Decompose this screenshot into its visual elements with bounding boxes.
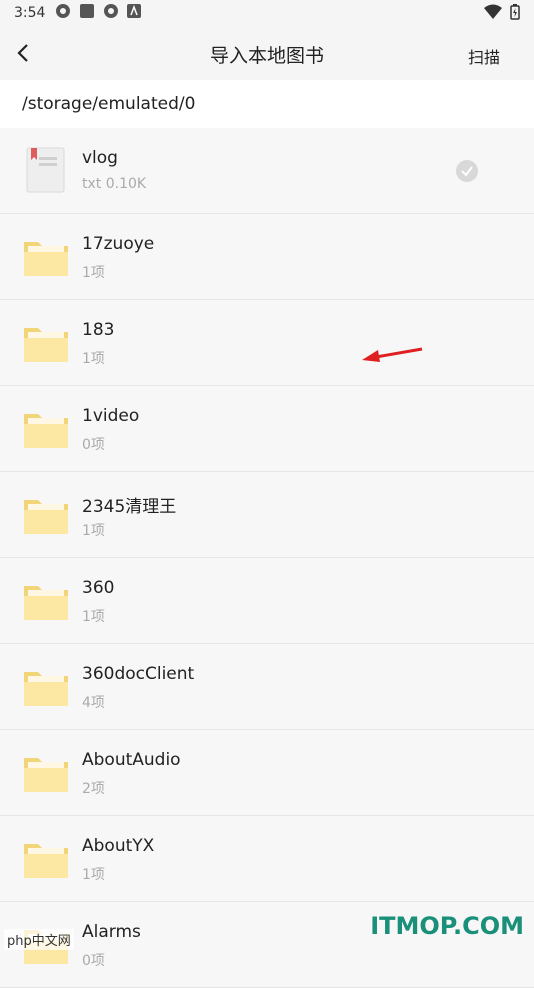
file-meta: txt 0.10K xyxy=(82,176,147,192)
app-notification-icon-2 xyxy=(103,3,119,23)
folder-meta: 1项 xyxy=(82,523,105,539)
folder-name: 1video xyxy=(82,406,140,426)
folder-meta: 2项 xyxy=(82,781,105,797)
folder-name: 183 xyxy=(82,320,115,340)
folder-meta: 1项 xyxy=(82,867,105,883)
path-bar: /storage/emulated/0 xyxy=(0,80,534,128)
list-item[interactable]: AboutAudio 2项 xyxy=(0,730,534,816)
folder-name: Alarms xyxy=(82,922,141,942)
status-bar: 3:54 xyxy=(0,0,534,26)
wifi-icon xyxy=(484,4,502,24)
file-list: vlog txt 0.10K 17zuoye 1项 183 1项 1video … xyxy=(0,128,534,988)
folder-name: 2345清理王 xyxy=(82,497,177,517)
square-notification-icon xyxy=(79,3,95,23)
folder-icon xyxy=(22,318,70,366)
annotation-arrow-icon xyxy=(360,346,426,370)
check-icon[interactable] xyxy=(456,160,478,182)
folder-icon xyxy=(22,834,70,882)
folder-icon xyxy=(22,748,70,796)
current-path: /storage/emulated/0 xyxy=(22,94,196,114)
folder-meta: 4项 xyxy=(82,695,105,711)
list-item[interactable]: vlog txt 0.10K xyxy=(0,128,534,214)
list-item[interactable]: 1video 0项 xyxy=(0,386,534,472)
folder-meta: 1项 xyxy=(82,265,105,281)
folder-icon xyxy=(22,576,70,624)
php-watermark: php中文网 xyxy=(4,929,74,950)
folder-name: AboutYX xyxy=(82,836,155,856)
itmop-watermark: ITMOP.COM xyxy=(370,912,524,940)
battery-icon xyxy=(510,4,520,24)
list-item[interactable]: 360docClient 4项 xyxy=(0,644,534,730)
folder-meta: 1项 xyxy=(82,609,105,625)
txt-file-icon xyxy=(22,146,70,194)
scan-button[interactable]: 扫描 xyxy=(468,44,500,68)
page-title: 导入本地图书 xyxy=(209,45,324,67)
list-item[interactable]: 17zuoye 1项 xyxy=(0,214,534,300)
folder-name: 360 xyxy=(82,578,115,598)
list-item[interactable]: 360 1项 xyxy=(0,558,534,644)
folder-name: 17zuoye xyxy=(82,234,155,254)
folder-meta: 1项 xyxy=(82,351,105,367)
folder-icon xyxy=(22,662,70,710)
folder-name: 360docClient xyxy=(82,664,195,684)
top-bar: 导入本地图书 扫描 xyxy=(0,26,534,80)
status-right xyxy=(484,4,520,24)
folder-icon xyxy=(22,404,70,452)
list-item[interactable]: AboutYX 1项 xyxy=(0,816,534,902)
list-item[interactable]: 183 1项 xyxy=(0,300,534,386)
a-notification-icon xyxy=(127,4,142,22)
file-name: vlog xyxy=(82,148,118,168)
folder-meta: 0项 xyxy=(82,437,105,453)
list-item[interactable]: 2345清理王 1项 xyxy=(0,472,534,558)
folder-icon xyxy=(22,490,70,538)
folder-name: AboutAudio xyxy=(82,750,181,770)
folder-icon xyxy=(22,232,70,280)
app-notification-icon xyxy=(55,3,71,23)
folder-meta: 0项 xyxy=(82,953,105,969)
status-time: 3:54 xyxy=(14,5,46,21)
